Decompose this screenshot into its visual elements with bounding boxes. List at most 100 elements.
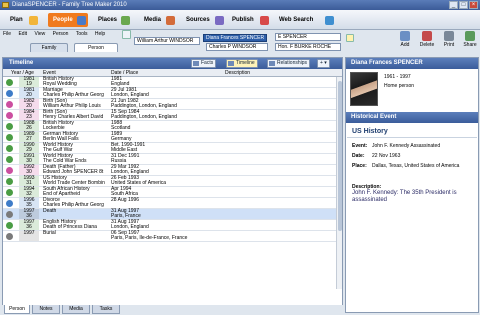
current-person-selector[interactable]: Diana Frances SPENCER xyxy=(203,34,267,42)
event-cell: British History Royal Wedding xyxy=(43,77,77,87)
tab-person[interactable]: Person xyxy=(74,43,118,52)
year-age-cell: 1994 32 xyxy=(19,187,39,197)
event-type-icon xyxy=(6,200,13,207)
event-type-icon xyxy=(6,211,13,218)
nav-publish[interactable]: Publish xyxy=(228,13,276,27)
event-cell: Death xyxy=(43,209,56,214)
timeline-title: Timeline xyxy=(9,60,34,66)
delete-label: Delete xyxy=(419,42,435,48)
bottom-tab-tasks[interactable]: Tasks xyxy=(92,305,120,314)
menu-bar: File Edit View Person Tools Help xyxy=(0,30,120,39)
nav-sources[interactable]: Sources xyxy=(182,13,234,27)
menu-help[interactable]: Help xyxy=(95,31,105,37)
menu-edit[interactable]: Edit xyxy=(18,31,27,37)
event-type-icon xyxy=(6,156,13,163)
event-cell: World History The Gulf War xyxy=(43,143,73,153)
share-label: Share xyxy=(463,42,477,48)
globe-icon xyxy=(121,16,130,25)
menu-tools[interactable]: Tools xyxy=(76,31,88,37)
facts-button[interactable]: Facts xyxy=(191,59,217,68)
person-details-pane: Diana Frances SPENCER 1961 - 1997 Home p… xyxy=(345,57,479,313)
event-type-icon xyxy=(6,79,13,86)
menu-view[interactable]: View xyxy=(34,31,45,37)
add-fact-button[interactable]: + ▾ xyxy=(317,59,330,68)
divider xyxy=(347,137,477,138)
people-icon xyxy=(77,16,86,25)
father-selector[interactable]: William Arthur WINDSOR xyxy=(134,37,200,45)
delete-button[interactable]: Delete xyxy=(418,31,436,48)
folder-icon[interactable] xyxy=(346,34,354,42)
date-place-cell: 29 Mar 1992 London, England xyxy=(111,165,149,175)
share-button[interactable]: Share xyxy=(461,31,479,48)
event-place: Paris, Paris, Ile-de-France, France xyxy=(111,235,188,241)
add-button[interactable]: Add xyxy=(396,31,414,48)
nav-web-search[interactable]: Web Search xyxy=(275,13,337,27)
window-titlebar: DianaSPENCER - Family Tree Maker 2010 _ … xyxy=(0,0,480,10)
event-cell: Marriage Charles Philip Arthur Georg xyxy=(43,88,104,98)
person-years: 1961 - 1997 xyxy=(384,74,411,80)
nav-people[interactable]: People xyxy=(48,13,88,27)
relationships-icon xyxy=(269,61,275,66)
web-search-icon xyxy=(325,16,334,25)
event-type-icon xyxy=(6,90,13,97)
spouse-selector[interactable]: Charles P WINDSOR xyxy=(206,43,268,51)
event-type-icon xyxy=(6,167,13,174)
timeline-rows: 1981 19 British History Royal Wedding 1981 En… xyxy=(3,77,336,242)
date-place-cell: 06 Sep 1997 Paris, Paris, Ile-de-France, … xyxy=(111,231,187,241)
tab-family[interactable]: Family xyxy=(30,43,68,52)
bottom-tabs: Person Notes Media Tasks xyxy=(0,305,343,315)
event-cell: Burial xyxy=(43,231,56,236)
maximize-icon[interactable]: □ xyxy=(459,1,468,9)
print-icon xyxy=(444,31,454,41)
facts-icon xyxy=(193,61,199,66)
menu-file[interactable]: File xyxy=(3,31,11,37)
year-age-cell: 1984 23 xyxy=(19,110,39,120)
person-name: Diana Frances SPENCER xyxy=(351,60,423,66)
media-icon xyxy=(166,16,175,25)
timeline-scrollbar[interactable] xyxy=(336,77,342,289)
bottom-tab-person[interactable]: Person xyxy=(4,305,30,314)
person-photo[interactable] xyxy=(350,72,378,106)
relationships-button[interactable]: Relationships xyxy=(267,59,311,68)
close-icon[interactable]: × xyxy=(469,1,478,9)
year-age-cell: 1997 36 xyxy=(19,220,39,230)
timeline-header: Timeline Facts Timeline Relationships + … xyxy=(3,58,342,69)
nav-plan[interactable]: Plan xyxy=(6,13,44,27)
timeline-icon xyxy=(228,61,234,66)
col-description[interactable]: Description xyxy=(225,69,250,77)
main-navigation: Plan People Places Media Sources Publish… xyxy=(0,10,480,30)
date-place-cell: 29 Jul 1981 London, England xyxy=(111,88,149,98)
year-age-cell: 1981 20 xyxy=(19,88,39,98)
person-role: Home person xyxy=(384,83,415,89)
event-type-icon xyxy=(6,189,13,196)
parent1-selector[interactable]: E SPENCER xyxy=(275,33,341,41)
date-value: 22 Nov 1963 xyxy=(372,153,401,159)
back-icon[interactable] xyxy=(122,30,131,39)
scrollbar-thumb[interactable] xyxy=(338,81,342,231)
minimize-icon[interactable]: _ xyxy=(449,1,458,9)
year-age-cell: 1991 30 xyxy=(19,154,39,164)
bottom-tab-media[interactable]: Media xyxy=(62,305,90,314)
event-type-icon xyxy=(6,101,13,108)
app-icon xyxy=(2,2,9,8)
parent2-selector[interactable]: Hon. F BURKE ROCHE xyxy=(275,43,341,51)
year-age-cell: 1990 29 xyxy=(19,143,39,153)
historical-event-title: US History xyxy=(352,128,388,135)
date-label: Date: xyxy=(352,153,365,159)
event-cell: English History Death of Princess Diana xyxy=(43,220,97,230)
event-type-icon xyxy=(6,233,13,240)
year-age-cell: 1992 30 xyxy=(19,165,39,175)
date-place-cell: 26 Feb 1993 United States of America xyxy=(111,176,166,186)
nav-web-search-label: Web Search xyxy=(279,17,314,23)
table-row[interactable]: 1997 Burial 06 Sep 1997 Paris, Paris, Ile-d… xyxy=(3,231,336,242)
event-cell: South African History End of Apartheid xyxy=(43,187,90,197)
event-cell: US History World Trade Center Bombin xyxy=(43,176,105,186)
print-button[interactable]: Print xyxy=(440,31,458,48)
tab-family-label: Family xyxy=(41,45,57,51)
year-age-cell: 1981 19 xyxy=(19,77,39,87)
nav-media[interactable]: Media xyxy=(140,13,180,27)
menu-person[interactable]: Person xyxy=(53,31,69,37)
nav-places[interactable]: Places xyxy=(94,13,134,27)
timeline-button[interactable]: Timeline xyxy=(226,59,258,68)
bottom-tab-notes[interactable]: Notes xyxy=(32,305,60,314)
